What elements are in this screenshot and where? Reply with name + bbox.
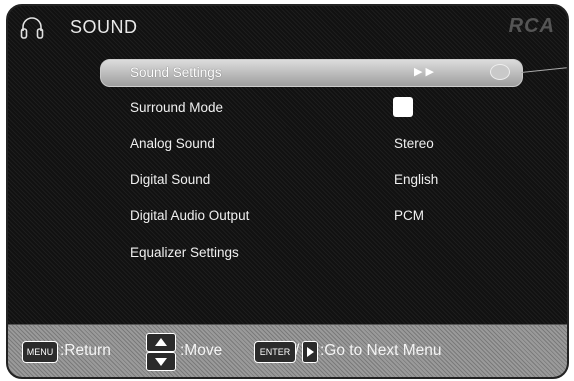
key-guide-bar: MENU :Return :Move ENTER / :Go to Next M… [8, 324, 567, 377]
tv-menu-screen: SOUND RCA Sound Settings ▶▶ Surround Mod… [6, 4, 569, 379]
menu-header: SOUND RCA [8, 6, 567, 50]
menu-item-digital-audio-output[interactable]: Digital Audio Output PCM [8, 201, 567, 231]
menu-item-value: Stereo [394, 136, 434, 151]
menu-item-equalizer-settings[interactable]: Equalizer Settings [8, 238, 567, 268]
menu-item-label: Analog Sound [130, 136, 215, 151]
menu-item-label: Equalizer Settings [130, 245, 239, 260]
enter-key-icon: ENTER [254, 341, 296, 363]
page-title: SOUND [70, 17, 138, 37]
chevron-right-icon: ▶▶ [414, 66, 437, 78]
selection-knob-icon [490, 64, 510, 80]
move-hint: :Move [180, 342, 223, 359]
right-arrow-key-icon [302, 341, 318, 363]
menu-item-label: Digital Audio Output [130, 208, 250, 223]
next-menu-hint: :Go to Next Menu [320, 342, 442, 359]
up-down-key-icon [146, 333, 176, 371]
menu-item-digital-sound[interactable]: Digital Sound English [8, 165, 567, 195]
slash-separator: / [295, 342, 300, 359]
menu-item-label: Digital Sound [130, 172, 211, 187]
menu-item-sound-settings[interactable]: Sound Settings ▶▶ [8, 58, 567, 88]
surround-mode-checkbox[interactable] [393, 97, 413, 117]
menu-item-analog-sound[interactable]: Analog Sound Stereo [8, 129, 567, 159]
menu-item-value: English [394, 172, 439, 187]
menu-item-label: Sound Settings [130, 65, 222, 80]
headphones-icon [20, 16, 44, 40]
return-hint: :Return [60, 342, 111, 359]
brand-logo: RCA [508, 15, 555, 37]
menu-key-icon: MENU [22, 341, 58, 363]
menu-item-label: Surround Mode [130, 100, 224, 115]
menu-item-value: PCM [394, 208, 424, 223]
menu-item-surround-mode[interactable]: Surround Mode [8, 93, 567, 123]
